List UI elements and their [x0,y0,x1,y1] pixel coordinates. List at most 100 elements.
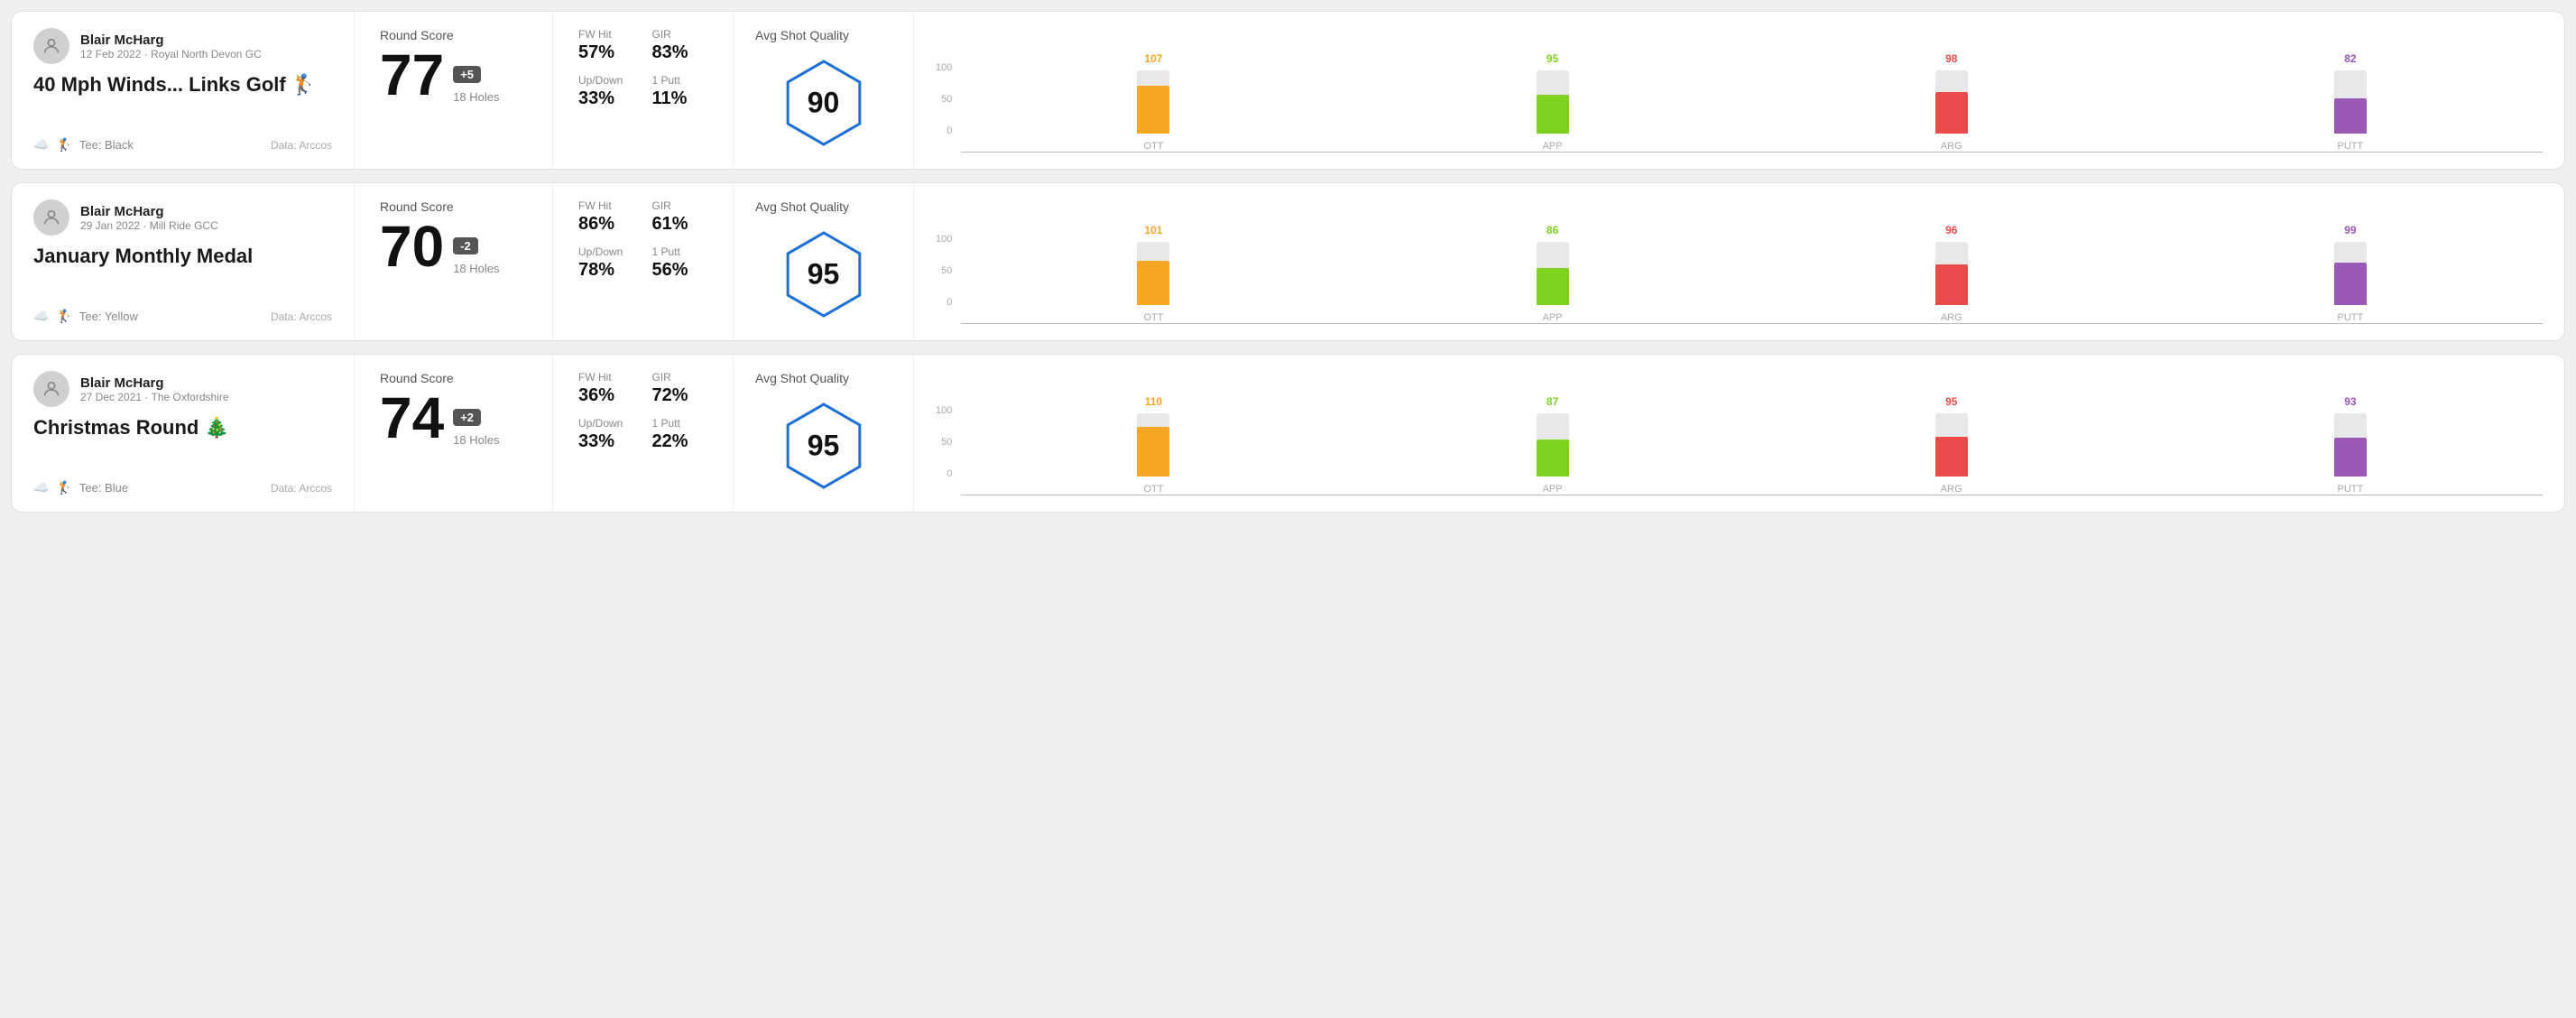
y-label-100: 100 [936,405,952,416]
bar-value-ott: 107 [1144,52,1162,65]
bar-group-putt: 99 PUTT [2158,224,2543,323]
stat-gir: GIR 72% [652,371,708,406]
card-score: Round Score 74 +2 18 Holes [355,355,553,512]
bar-label-ott: OTT [1143,141,1163,152]
tee-label: Tee: Blue [79,481,128,495]
tee-label: Tee: Yellow [79,310,138,323]
bar-wrapper-ott [1137,70,1169,134]
bar-fill-putt [2334,98,2367,134]
card-stats: FW Hit 36% GIR 72% Up/Down 33% 1 Putt 22… [553,355,734,512]
stat-gir-value: 61% [652,214,708,235]
user-date: 12 Feb 2022 · Royal North Devon GC [80,48,262,60]
bar-value-ott: 110 [1145,395,1162,408]
round-title: Christmas Round 🎄 [33,416,332,440]
quality-label: Avg Shot Quality [755,28,849,42]
bar-label-app: APP [1543,141,1563,152]
card-left: Blair McHarg 29 Jan 2022 · Mill Ride GCC… [12,183,355,340]
score-holes: 18 Holes [453,90,499,104]
bar-fill-ott [1137,427,1169,477]
user-date: 27 Dec 2021 · The Oxfordshire [80,391,229,403]
stat-fw-hit-value: 86% [578,214,634,235]
bar-fill-arg [1935,92,1968,134]
y-label-50: 50 [936,437,952,448]
chart-y-labels: 100 50 0 [936,62,952,153]
bar-label-app: APP [1543,312,1563,323]
score-badge-group: +5 18 Holes [453,66,499,104]
user-name: Blair McHarg [80,204,218,219]
bar-fill-arg [1935,264,1968,305]
bar-group-ott: 110 OTT [961,395,1345,495]
score-badge-group: +2 18 Holes [453,409,499,447]
score-label: Round Score [380,371,527,385]
stat-fw-hit-value: 36% [578,385,634,406]
y-label-0: 0 [936,297,952,308]
stat-gir-value: 83% [652,42,708,63]
score-badge: +5 [453,66,481,83]
y-label-50: 50 [936,265,952,276]
bar-label-putt: PUTT [2338,141,2364,152]
bar-wrapper-putt [2334,413,2367,477]
score-holes: 18 Holes [453,433,499,447]
bar-group-ott: 101 OTT [961,224,1345,323]
score-main: 77 +5 18 Holes [380,46,527,104]
bar-label-putt: PUTT [2338,312,2364,323]
stat-one-putt: 1 Putt 11% [652,74,708,109]
score-number: 74 [380,389,444,447]
stat-gir: GIR 61% [652,199,708,235]
stat-one-putt-label: 1 Putt [652,74,708,87]
stat-fw-hit: FW Hit 36% [578,371,634,406]
round-title: 40 Mph Winds... Links Golf 🏌️ [33,73,332,97]
stat-fw-hit-label: FW Hit [578,371,634,384]
stat-one-putt-value: 22% [652,431,708,452]
score-label: Round Score [380,28,527,42]
stat-one-putt: 1 Putt 56% [652,245,708,281]
data-source: Data: Arccos [271,139,332,152]
card-left: Blair McHarg 27 Dec 2021 · The Oxfordshi… [12,355,355,512]
stat-fw-hit-label: FW Hit [578,28,634,41]
bar-label-arg: ARG [1941,484,1962,495]
score-number: 77 [380,46,444,104]
hexagon-value: 95 [808,430,840,463]
bars-wrapper: 101 OTT 86 APP 96 ARG 9 [961,224,2543,324]
card-round1: Blair McHarg 12 Feb 2022 · Royal North D… [11,11,2565,170]
bar-label-ott: OTT [1143,484,1163,495]
stat-up-down-label: Up/Down [578,74,634,87]
chart-content: 100 50 0 107 OTT 95 APP [936,52,2543,153]
bar-group-arg: 98 ARG [1759,52,2144,152]
stat-gir-label: GIR [652,199,708,212]
data-source: Data: Arccos [271,310,332,323]
chart-y-labels: 100 50 0 [936,405,952,495]
stat-one-putt-value: 11% [652,88,708,109]
bag-icon: 🏌 [56,309,71,324]
bar-wrapper-ott [1137,242,1169,305]
chart-y-labels: 100 50 0 [936,234,952,324]
hexagon-container: 95 [755,225,891,324]
bar-value-putt: 99 [2344,224,2356,236]
data-source: Data: Arccos [271,482,332,495]
bar-value-arg: 98 [1945,52,1957,65]
bar-value-putt: 82 [2344,52,2356,65]
bar-value-arg: 96 [1945,224,1957,236]
bar-group-arg: 96 ARG [1759,224,2144,323]
bars-wrapper: 110 OTT 87 APP 95 ARG 9 [961,395,2543,495]
bar-label-arg: ARG [1941,312,1962,323]
cloud-icon: ☁️ [33,480,49,495]
y-label-100: 100 [936,234,952,245]
card-footer: ☁️ 🏌 Tee: Blue Data: Arccos [33,480,332,495]
card-chart: 100 50 0 110 OTT 87 APP [914,355,2564,512]
bar-wrapper-app [1537,70,1569,134]
card-score: Round Score 77 +5 18 Holes [355,12,553,169]
card-quality: Avg Shot Quality 95 [734,183,914,340]
bar-wrapper-arg [1935,413,1968,477]
user-name: Blair McHarg [80,32,262,48]
bar-group-putt: 93 PUTT [2158,395,2543,495]
stat-up-down: Up/Down 33% [578,417,634,452]
bar-group-arg: 95 ARG [1759,395,2144,495]
hexagon-value: 95 [808,258,840,292]
score-main: 70 -2 18 Holes [380,217,527,275]
bar-group-putt: 82 PUTT [2158,52,2543,152]
bar-group-app: 95 APP [1361,52,1745,152]
stat-up-down: Up/Down 78% [578,245,634,281]
stat-one-putt-label: 1 Putt [652,245,708,258]
quality-label: Avg Shot Quality [755,371,849,385]
